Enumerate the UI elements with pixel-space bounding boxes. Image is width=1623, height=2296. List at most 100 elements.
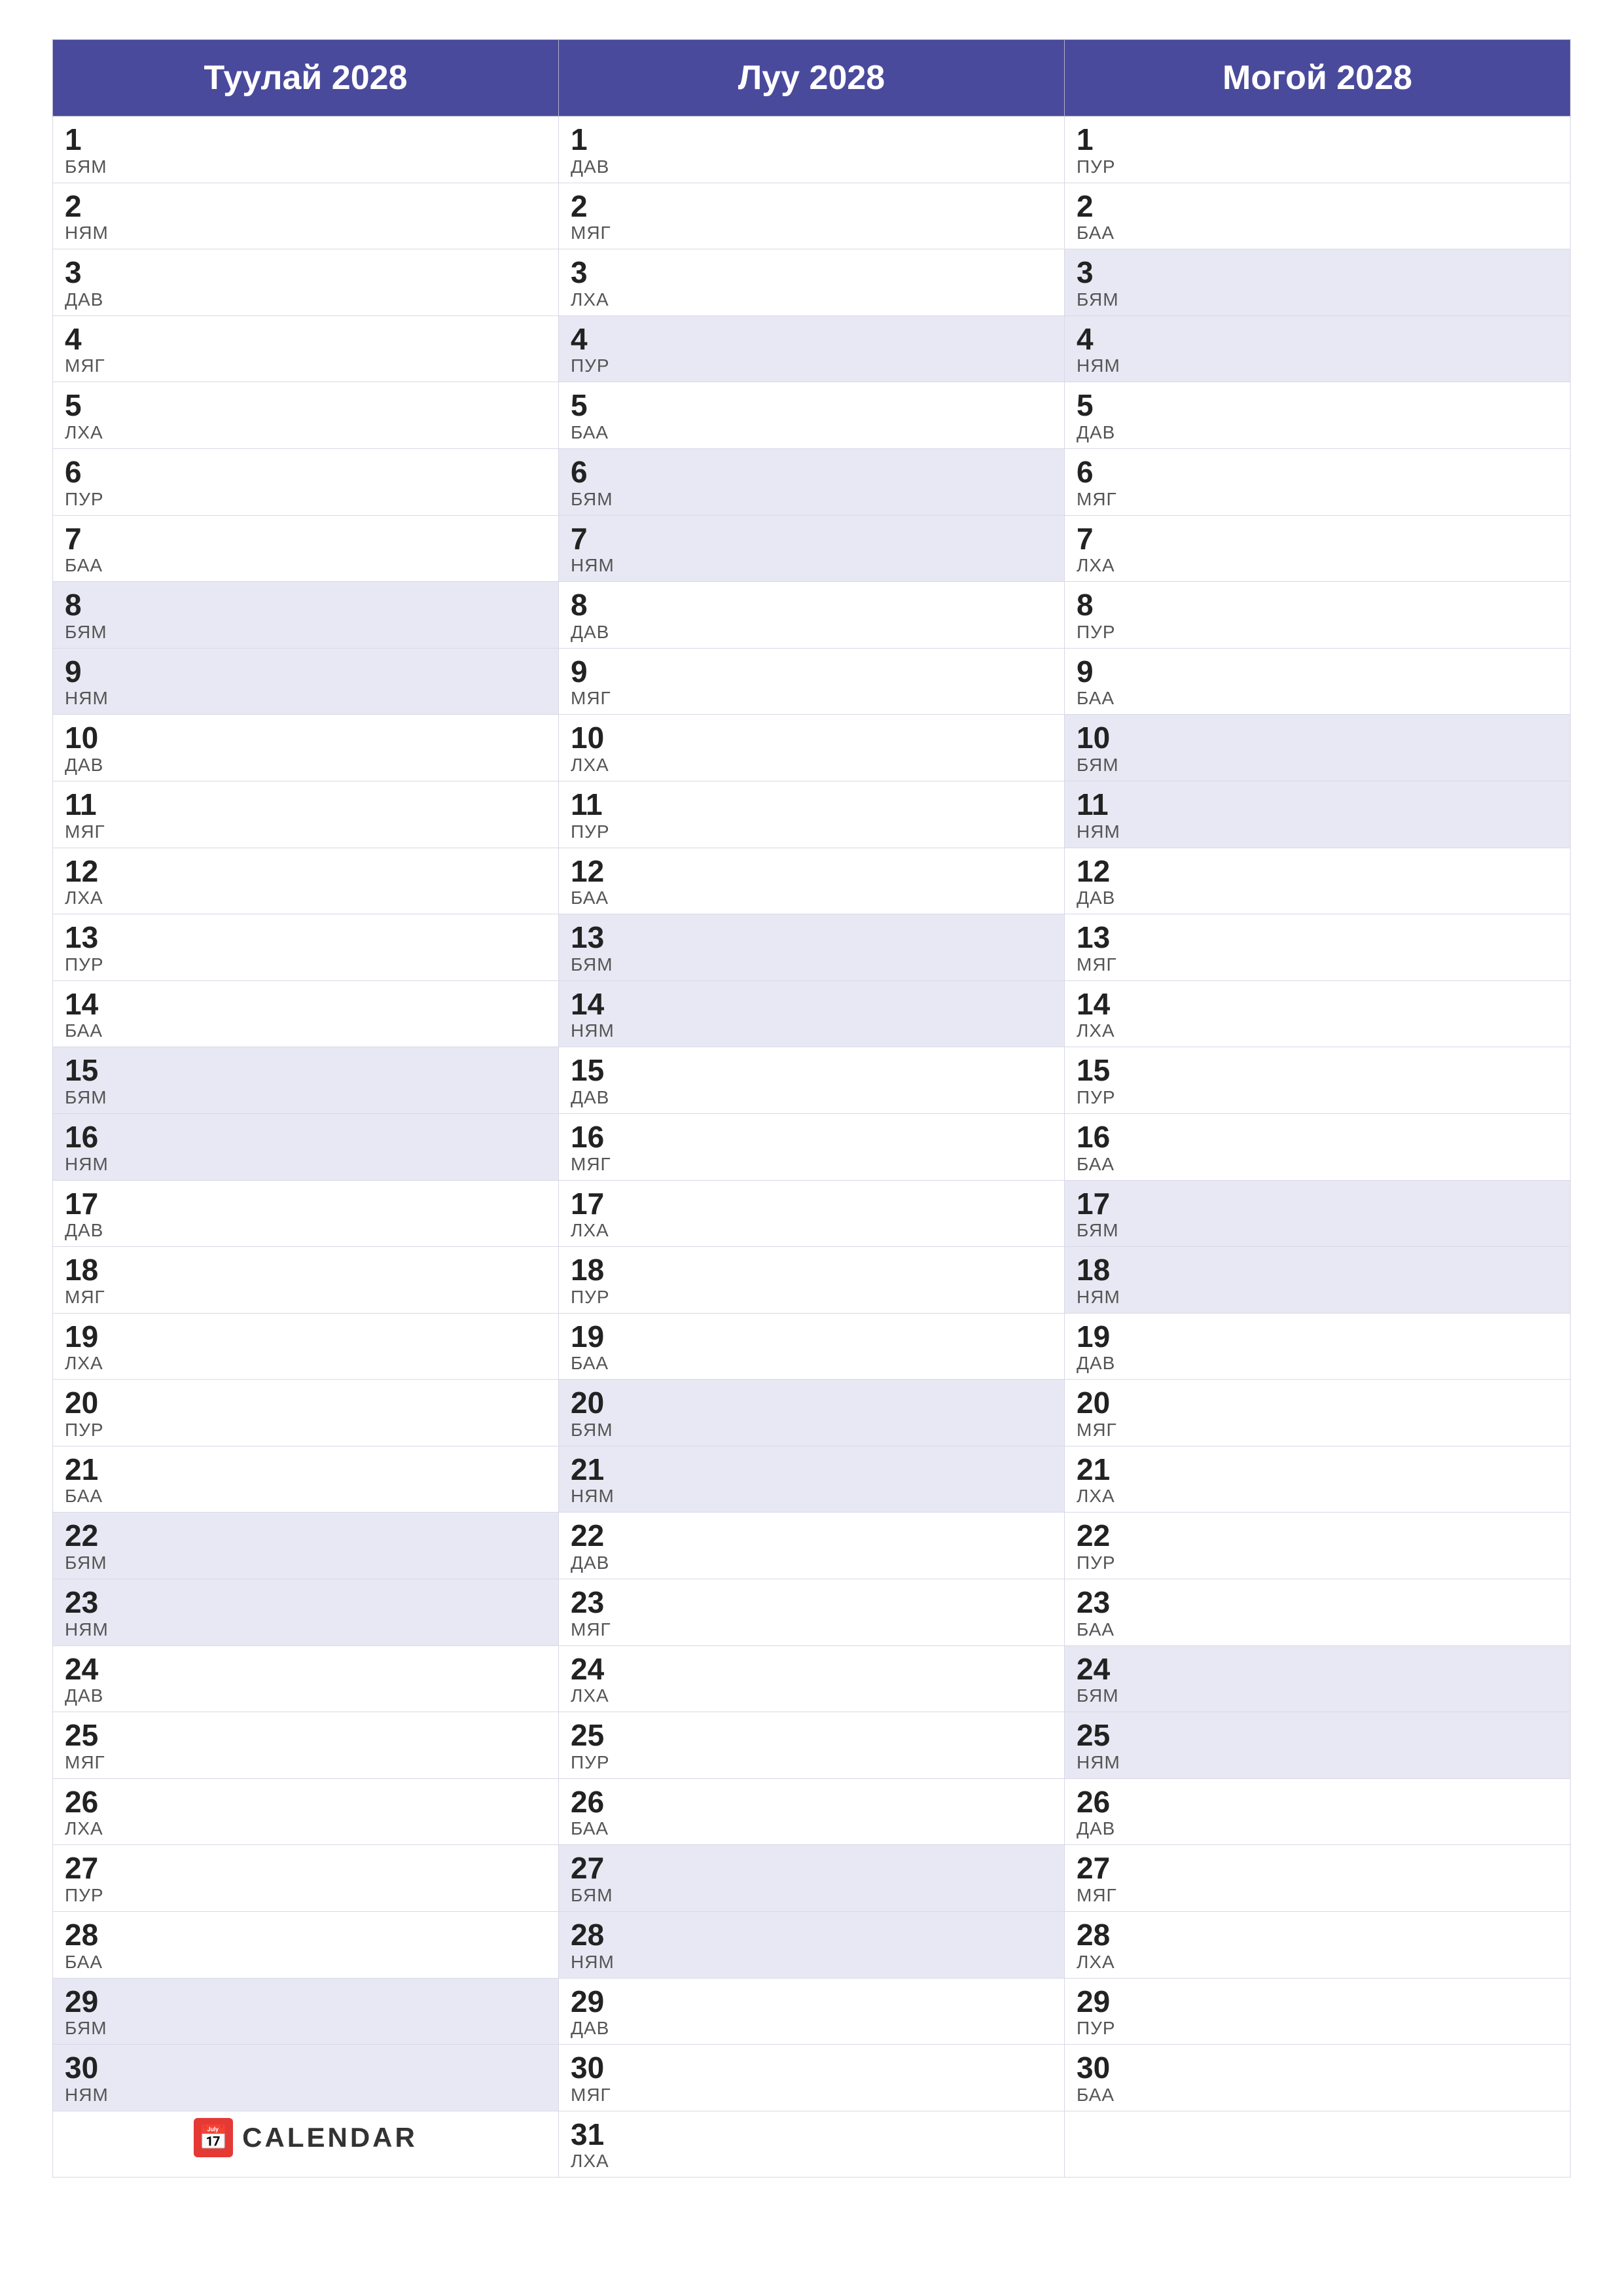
day-label: ДАВ — [571, 1552, 1052, 1573]
day-label: НЯМ — [65, 1154, 546, 1175]
day-label: МЯГ — [1077, 954, 1558, 975]
day-row: 28БАА28НЯМ28ЛХА — [53, 1912, 1571, 1979]
day-cell: 20МЯГ — [1065, 1380, 1571, 1446]
day-label: БАА — [65, 1952, 546, 1973]
day-number: 23 — [1077, 1586, 1558, 1619]
day-number: 3 — [1077, 256, 1558, 289]
day-cell: 5ДАВ — [1065, 382, 1571, 449]
day-label: БАА — [65, 1020, 546, 1041]
day-number: 28 — [571, 1918, 1052, 1952]
day-label: БАА — [571, 888, 1052, 908]
day-label: МЯГ — [65, 1287, 546, 1308]
day-number: 26 — [571, 1785, 1052, 1819]
day-cell: 15ПУР — [1065, 1047, 1571, 1114]
day-number: 21 — [1077, 1453, 1558, 1486]
day-cell: 6МЯГ — [1065, 448, 1571, 515]
day-number: 1 — [1077, 123, 1558, 156]
day-label: ПУР — [1077, 2018, 1558, 2039]
day-cell: 2БАА — [1065, 183, 1571, 249]
header-month-2: Луу 2028 — [559, 40, 1065, 117]
day-number: 20 — [65, 1386, 546, 1420]
day-cell: 3БЯМ — [1065, 249, 1571, 316]
day-number: 11 — [1077, 788, 1558, 821]
day-number: 5 — [571, 389, 1052, 422]
day-cell: 4ПУР — [559, 315, 1065, 382]
day-cell: 10БЯМ — [1065, 715, 1571, 781]
day-label: НЯМ — [1077, 355, 1558, 376]
day-cell: 1ПУР — [1065, 117, 1571, 183]
day-cell: 8БЯМ — [53, 582, 559, 649]
day-number: 27 — [571, 1852, 1052, 1885]
day-number: 23 — [571, 1586, 1052, 1619]
day-label: НЯМ — [65, 688, 546, 709]
day-number: 6 — [1077, 456, 1558, 489]
day-number: 15 — [1077, 1054, 1558, 1087]
day-number: 9 — [571, 655, 1052, 689]
day-label: БАА — [571, 1818, 1052, 1839]
day-cell: 4МЯГ — [53, 315, 559, 382]
day-cell: 21БАА — [53, 1446, 559, 1513]
day-label: БЯМ — [65, 156, 546, 177]
day-cell: 14БАА — [53, 980, 559, 1047]
day-number: 8 — [1077, 588, 1558, 622]
day-label: ЛХА — [1077, 1020, 1558, 1041]
day-number: 19 — [1077, 1320, 1558, 1354]
day-cell: 2НЯМ — [53, 183, 559, 249]
day-cell: 19ЛХА — [53, 1313, 559, 1380]
day-cell: 25ПУР — [559, 1712, 1065, 1779]
day-number: 4 — [65, 323, 546, 356]
day-cell: 8ПУР — [1065, 582, 1571, 649]
day-label: МЯГ — [571, 1154, 1052, 1175]
day-row: 2НЯМ2МЯГ2БАА — [53, 183, 1571, 249]
header-row: Туулай 2028 Луу 2028 Могой 2028 — [53, 40, 1571, 117]
day-number: 24 — [65, 1653, 546, 1686]
day-number: 4 — [1077, 323, 1558, 356]
day-cell: 10ДАВ — [53, 715, 559, 781]
day-label: ПУР — [1077, 1552, 1558, 1573]
day-label: ЛХА — [65, 422, 546, 443]
day-number: 11 — [65, 788, 546, 821]
day-cell: 25МЯГ — [53, 1712, 559, 1779]
day-number: 1 — [571, 123, 1052, 156]
day-number: 17 — [65, 1187, 546, 1221]
day-label: ПУР — [1077, 156, 1558, 177]
day-label: ЛХА — [571, 755, 1052, 776]
day-cell: 15ДАВ — [559, 1047, 1065, 1114]
day-cell: 28БАА — [53, 1912, 559, 1979]
day-label: БЯМ — [1077, 1685, 1558, 1706]
day-label: МЯГ — [1077, 1885, 1558, 1906]
day-label: ЛХА — [1077, 1952, 1558, 1973]
day-number: 7 — [65, 522, 546, 556]
day-number: 2 — [571, 190, 1052, 223]
day-label: ДАВ — [1077, 422, 1558, 443]
day-row: 20ПУР20БЯМ20МЯГ — [53, 1380, 1571, 1446]
day-row: 7БАА7НЯМ7ЛХА — [53, 515, 1571, 582]
day-label: ДАВ — [571, 2018, 1052, 2039]
day-number: 30 — [65, 2051, 546, 2085]
day-number: 23 — [65, 1586, 546, 1619]
day-row: 12ЛХА12БАА12ДАВ — [53, 848, 1571, 914]
day-cell: 6БЯМ — [559, 448, 1065, 515]
day-number: 12 — [1077, 855, 1558, 888]
day-label: БЯМ — [65, 2018, 546, 2039]
day-cell: 20БЯМ — [559, 1380, 1065, 1446]
day-label: БЯМ — [1077, 755, 1558, 776]
day-cell: 3ДАВ — [53, 249, 559, 316]
day-number: 28 — [1077, 1918, 1558, 1952]
day-number: 12 — [65, 855, 546, 888]
day-cell: 28ЛХА — [1065, 1912, 1571, 1979]
day-label: МЯГ — [1077, 1420, 1558, 1441]
day-number: 7 — [571, 522, 1052, 556]
day-cell: 7ЛХА — [1065, 515, 1571, 582]
day-cell: 22ПУР — [1065, 1513, 1571, 1579]
day-cell: 7БАА — [53, 515, 559, 582]
day-number: 18 — [65, 1253, 546, 1287]
day-label: ПУР — [1077, 622, 1558, 643]
day-label: БЯМ — [571, 1420, 1052, 1441]
day-label: НЯМ — [571, 1486, 1052, 1507]
day-label: НЯМ — [65, 1619, 546, 1640]
day-label: ДАВ — [1077, 1353, 1558, 1374]
day-cell: 26ДАВ — [1065, 1778, 1571, 1845]
day-row: 19ЛХА19БАА19ДАВ — [53, 1313, 1571, 1380]
day-label: ДАВ — [65, 1220, 546, 1241]
